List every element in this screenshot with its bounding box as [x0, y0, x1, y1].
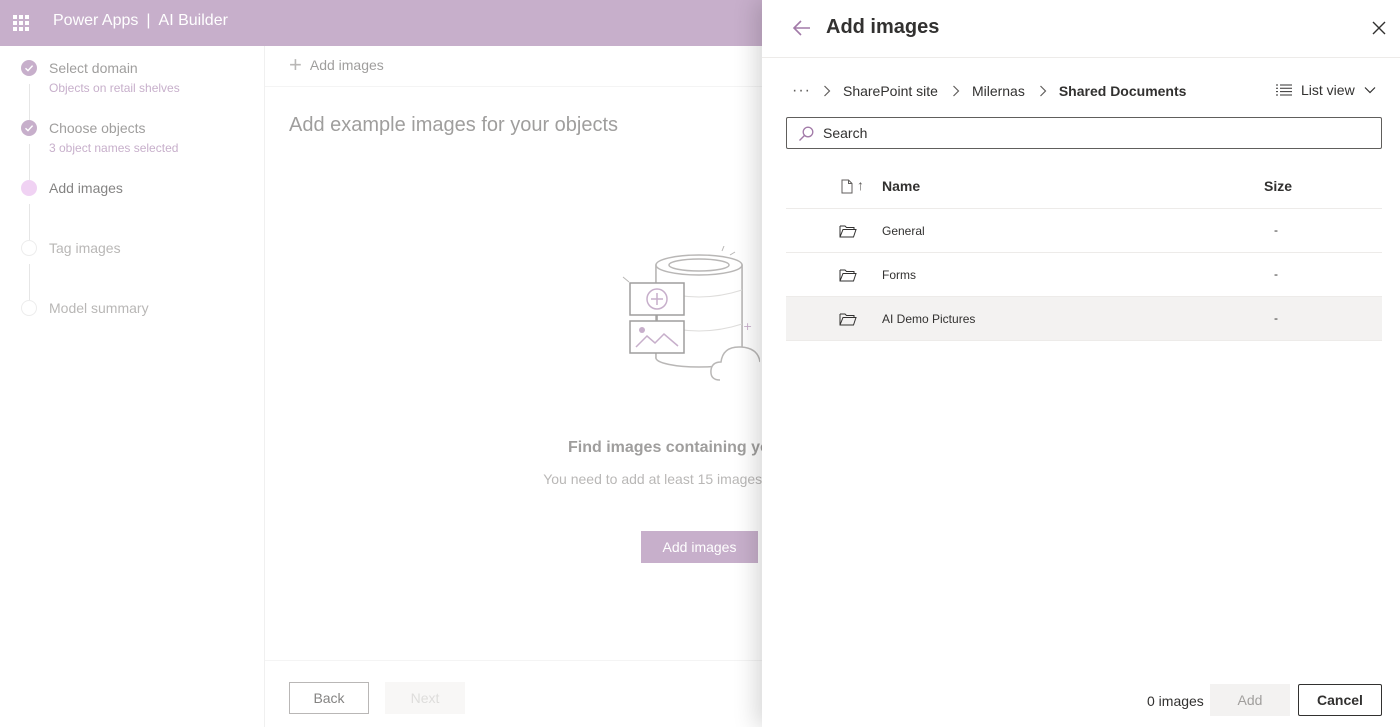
chevron-right-icon — [1039, 85, 1047, 97]
row-name: Forms — [882, 268, 916, 282]
breadcrumb: ··· SharePoint site Milernas Shared Docu… — [792, 80, 1186, 102]
file-type-icon[interactable] — [841, 179, 853, 194]
cancel-button[interactable]: Cancel — [1298, 684, 1382, 716]
search-box — [786, 117, 1382, 149]
breadcrumb-sharepoint-site[interactable]: SharePoint site — [843, 83, 938, 99]
breadcrumb-shared-documents: Shared Documents — [1058, 83, 1187, 99]
file-table: ↑ Name Size General - Forms - AI Demo Pi… — [786, 164, 1382, 341]
folder-icon — [839, 313, 857, 326]
close-icon[interactable] — [1371, 20, 1387, 36]
chevron-down-icon — [1364, 87, 1376, 94]
chevron-right-icon — [824, 85, 831, 97]
back-arrow-icon[interactable] — [792, 18, 812, 38]
add-button: Add — [1210, 684, 1290, 716]
image-count: 0 images — [1147, 693, 1204, 709]
table-row[interactable]: AI Demo Pictures - — [786, 297, 1382, 341]
table-row[interactable]: Forms - — [786, 253, 1382, 297]
list-icon — [1276, 84, 1292, 96]
row-name: General — [882, 224, 925, 238]
list-view-label: List view — [1301, 82, 1355, 98]
breadcrumb-milernas[interactable]: Milernas — [972, 83, 1025, 99]
size-column-header[interactable]: Size — [1264, 178, 1292, 194]
panel-footer: 0 images Add Cancel — [762, 684, 1400, 716]
list-view-dropdown[interactable]: List view — [1276, 82, 1376, 98]
panel-header: Add images — [762, 0, 1400, 58]
row-size: - — [1274, 311, 1278, 325]
panel-title: Add images — [826, 16, 940, 38]
name-column-header[interactable]: Name — [882, 178, 920, 194]
table-header: ↑ Name Size — [786, 164, 1382, 209]
row-size: - — [1274, 223, 1278, 237]
search-icon — [799, 126, 814, 141]
chevron-right-icon — [953, 85, 960, 97]
add-images-panel: Add images ··· SharePoint site Milernas … — [762, 0, 1400, 727]
row-size: - — [1274, 267, 1278, 281]
row-name: AI Demo Pictures — [882, 312, 976, 326]
sort-ascending-icon: ↑ — [857, 177, 864, 193]
folder-icon — [839, 269, 857, 282]
folder-icon — [839, 225, 857, 238]
search-input[interactable] — [823, 124, 1363, 142]
breadcrumb-more-icon[interactable]: ··· — [792, 82, 811, 100]
table-row[interactable]: General - — [786, 209, 1382, 253]
